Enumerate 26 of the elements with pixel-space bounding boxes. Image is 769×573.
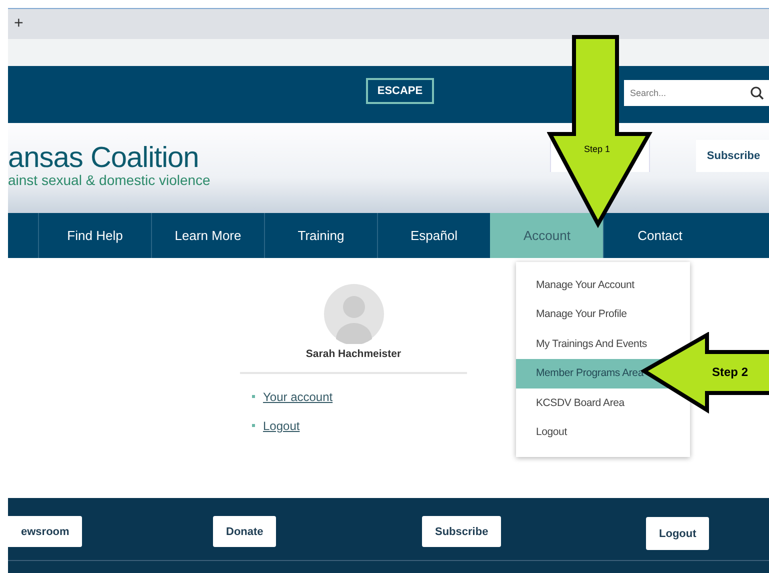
logo-subtitle: ainst sexual & domestic violence xyxy=(8,173,210,188)
footer-button[interactable]: ewsroom xyxy=(8,516,82,547)
account-link[interactable]: Logout xyxy=(263,418,300,432)
subscribe-button[interactable]: Subscribe xyxy=(696,140,769,172)
footer-button[interactable]: Donate xyxy=(213,516,276,547)
search-field[interactable]: Search... xyxy=(624,80,769,106)
menu-item[interactable]: Member Programs Area xyxy=(516,358,644,388)
menu-item[interactable]: Manage Your Profile xyxy=(516,300,644,329)
new-tab-button[interactable]: + xyxy=(14,15,24,33)
nav-item[interactable]: Training xyxy=(264,213,377,258)
logo-title[interactable]: ansas Coalition xyxy=(8,143,210,173)
user-name: Sarah Hachmeister xyxy=(306,348,402,360)
escape-button[interactable]: ESCAPE xyxy=(366,78,434,104)
nav-item[interactable]: Account xyxy=(490,213,603,258)
avatar-icon xyxy=(324,284,384,344)
account-link[interactable]: Your account xyxy=(263,390,333,404)
search-icon xyxy=(750,86,764,100)
footer-button[interactable]: Logout xyxy=(646,517,710,550)
nav-item[interactable]: Learn More xyxy=(151,213,264,258)
step-label: Step 1 xyxy=(584,144,610,154)
footer-button[interactable]: Subscribe xyxy=(422,516,502,547)
menu-item[interactable]: Logout xyxy=(516,418,644,447)
nav-item[interactable]: Find Help xyxy=(38,213,151,258)
menu-item[interactable]: KCSDV Board Area xyxy=(516,388,644,418)
menu-item[interactable]: Manage Your Account xyxy=(516,270,644,300)
step-label: Step 2 xyxy=(712,365,748,379)
